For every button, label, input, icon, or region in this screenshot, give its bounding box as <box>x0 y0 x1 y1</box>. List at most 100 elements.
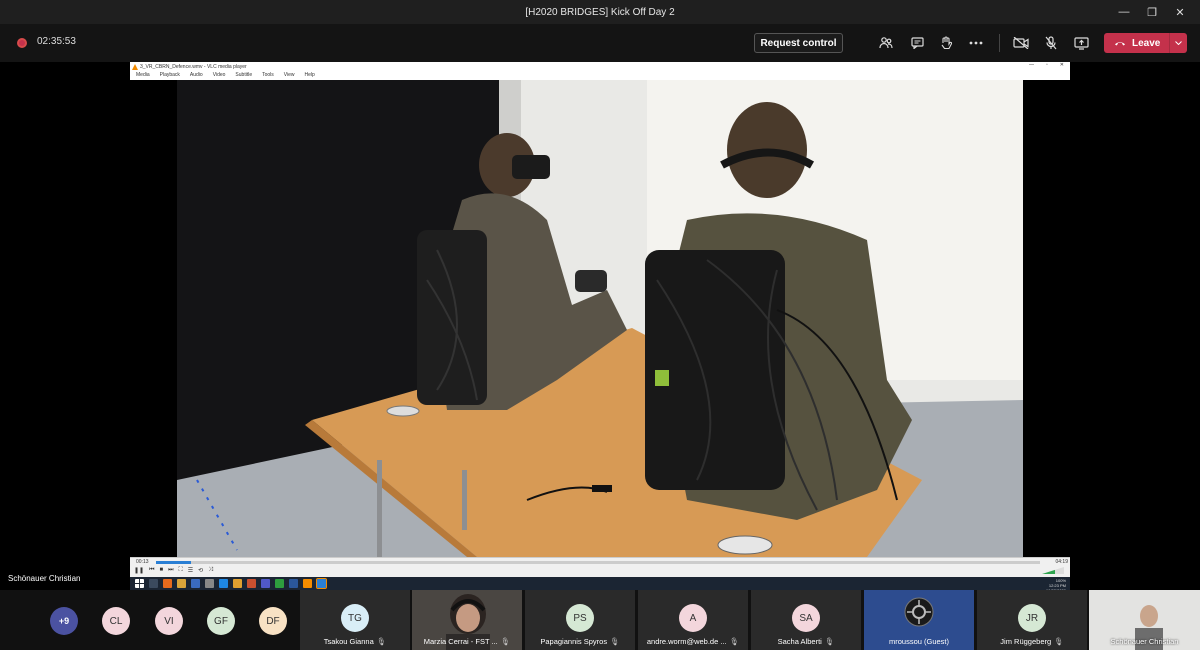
participant-tile[interactable]: PS Papagiannis Spyros 🎙 <box>525 590 635 650</box>
vlc-titlebar: 3_VR_CBRN_Defence.wmv - VLC media player… <box>130 62 1070 72</box>
vlc-window: 3_VR_CBRN_Defence.wmv - VLC media player… <box>130 62 1070 593</box>
vlc-window-controls: — ▫ ✕ <box>1029 62 1064 68</box>
share-screen-icon[interactable] <box>1072 34 1090 52</box>
mic-muted-icon: 🎙 <box>610 637 620 646</box>
firefox-icon[interactable] <box>163 579 172 588</box>
participant-tile[interactable]: SA Sacha Alberti 🎙 <box>751 590 861 650</box>
vlc-maximize-button[interactable]: ▫ <box>1046 62 1048 68</box>
participant-name: mroussou (Guest) <box>888 637 950 646</box>
stop-icon[interactable]: ■ <box>159 567 163 574</box>
participant-tile[interactable]: mroussou (Guest) <box>864 590 974 650</box>
vlc-cone-icon <box>132 64 138 70</box>
participant-name: Jim Rüggeberg 🎙 <box>1000 637 1064 646</box>
search-icon[interactable] <box>149 579 158 588</box>
hangup-icon <box>1114 37 1126 49</box>
chevron-down-icon[interactable] <box>1169 33 1187 53</box>
mic-muted-icon: 🎙 <box>729 637 740 646</box>
vlc-menu-view[interactable]: View <box>284 72 295 80</box>
overflow-participants-button[interactable]: +9 <box>50 607 78 635</box>
vlc-menu-playback[interactable]: Playback <box>160 72 180 80</box>
app-taskbar-icon[interactable] <box>316 578 327 589</box>
settings-icon[interactable] <box>205 579 214 588</box>
powerpoint-icon[interactable] <box>247 579 256 588</box>
minimize-button[interactable]: — <box>1110 6 1138 18</box>
fullscreen-icon[interactable]: ⛶ <box>179 567 183 574</box>
vlc-menu-video[interactable]: Video <box>213 72 226 80</box>
participants-icon[interactable] <box>877 34 895 52</box>
participant-avatar[interactable]: DF <box>259 607 287 635</box>
participant-tile-video[interactable]: Schönauer Christian <box>1089 590 1200 650</box>
mic-muted-icon: 🎙 <box>500 637 511 646</box>
restore-button[interactable]: ❐ <box>1138 6 1166 19</box>
participant-tile[interactable]: JR Jim Rüggeberg 🎙 <box>977 590 1087 650</box>
participant-name: Marzia Cerrai - FST ... 🎙 <box>423 637 511 646</box>
participant-name: Tsakou Gianna 🎙 <box>323 637 387 646</box>
request-control-button[interactable]: Request control <box>754 33 843 53</box>
file-explorer-icon[interactable] <box>177 579 186 588</box>
windows-start-icon[interactable] <box>135 579 144 588</box>
mic-off-icon[interactable] <box>1042 34 1060 52</box>
more-icon[interactable] <box>967 34 985 52</box>
participant-avatar[interactable]: GF <box>207 607 235 635</box>
vlc-close-button[interactable]: ✕ <box>1060 62 1064 68</box>
spotify-icon[interactable] <box>275 579 284 588</box>
video-frame[interactable] <box>177 80 1023 557</box>
participant-tile-video[interactable]: Marzia Cerrai - FST ... 🎙 <box>412 590 522 650</box>
vlc-menu-help[interactable]: Help <box>305 72 315 80</box>
window-titlebar: [H2020 BRIDGES] Kick Off Day 2 — ❐ ✕ <box>0 0 1200 24</box>
raise-hand-icon[interactable] <box>937 34 955 52</box>
participant-name: Schönauer Christian <box>1110 637 1179 646</box>
vlc-seekbar[interactable] <box>156 561 1040 564</box>
mic-muted-icon: 🎙 <box>376 637 387 646</box>
edge-icon[interactable] <box>219 579 228 588</box>
teams-icon[interactable] <box>261 579 270 588</box>
vlc-time-elapsed: 00:13 <box>136 559 149 565</box>
video-letterbox-right <box>1023 80 1070 557</box>
participant-avatar: TG <box>341 604 369 632</box>
folder-icon[interactable] <box>233 579 242 588</box>
toolbar-divider <box>999 34 1000 52</box>
leave-label: Leave <box>1132 37 1161 49</box>
vlc-menu-audio[interactable]: Audio <box>190 72 203 80</box>
playlist-icon[interactable]: ☰ <box>188 567 193 574</box>
next-icon[interactable]: ⏭ <box>168 567 173 574</box>
chat-icon[interactable] <box>908 34 926 52</box>
participant-name: andre.worm@web.de ... 🎙 <box>646 637 740 646</box>
previous-icon[interactable]: ⏮ <box>149 567 154 574</box>
shuffle-icon[interactable]: ⤨ <box>208 567 213 574</box>
participant-avatar: PS <box>566 604 594 632</box>
window-title: [H2020 BRIDGES] Kick Off Day 2 <box>525 6 675 18</box>
vlc-minimize-button[interactable]: — <box>1029 62 1034 68</box>
vlc-taskbar-icon[interactable] <box>303 579 312 588</box>
video-letterbox-left <box>130 80 177 557</box>
camera-off-icon[interactable] <box>1012 34 1030 52</box>
guest-logo-icon <box>904 597 934 627</box>
vlc-menu-media[interactable]: Media <box>136 72 150 80</box>
vlc-button-row: ❚❚ ⏮ ■ ⏭ ⛶ ☰ ⟲ ⤨ <box>134 567 213 574</box>
window-controls: — ❐ ✕ <box>1110 0 1194 24</box>
close-button[interactable]: ✕ <box>1166 6 1194 19</box>
participant-avatar: SA <box>792 604 820 632</box>
loop-icon[interactable]: ⟲ <box>198 567 203 574</box>
participant-name: Papagiannis Spyros 🎙 <box>540 637 620 646</box>
meeting-timer: 02:35:53 <box>37 36 76 47</box>
presenter-name: Schönauer Christian <box>8 574 81 583</box>
participant-tile[interactable]: A andre.worm@web.de ... 🎙 <box>638 590 748 650</box>
vlc-volume-slider[interactable] <box>1042 567 1064 574</box>
participant-avatar: A <box>679 604 707 632</box>
recording-icon <box>17 38 27 48</box>
vlc-time-total: 04:19 <box>1055 559 1068 565</box>
mic-muted-icon: 🎙 <box>824 637 835 646</box>
pause-icon[interactable]: ❚❚ <box>134 567 144 574</box>
vlc-menu-tools[interactable]: Tools <box>262 72 274 80</box>
participant-strip: +9 CL VI GF DF TG Tsakou Gianna 🎙 Marzia … <box>0 590 1200 650</box>
meeting-toolbar: 02:35:53 Request control Leave <box>0 24 1200 62</box>
vlc-menu-subtitle[interactable]: Subtitle <box>235 72 252 80</box>
leave-button[interactable]: Leave <box>1104 33 1187 53</box>
participant-tile[interactable]: TG Tsakou Gianna 🎙 <box>300 590 410 650</box>
outlook-icon[interactable] <box>289 579 298 588</box>
participant-avatar[interactable]: CL <box>102 607 130 635</box>
vlc-title: 3_VR_CBRN_Defence.wmv - VLC media player <box>140 64 247 70</box>
word-icon[interactable] <box>191 579 200 588</box>
participant-avatar[interactable]: VI <box>155 607 183 635</box>
